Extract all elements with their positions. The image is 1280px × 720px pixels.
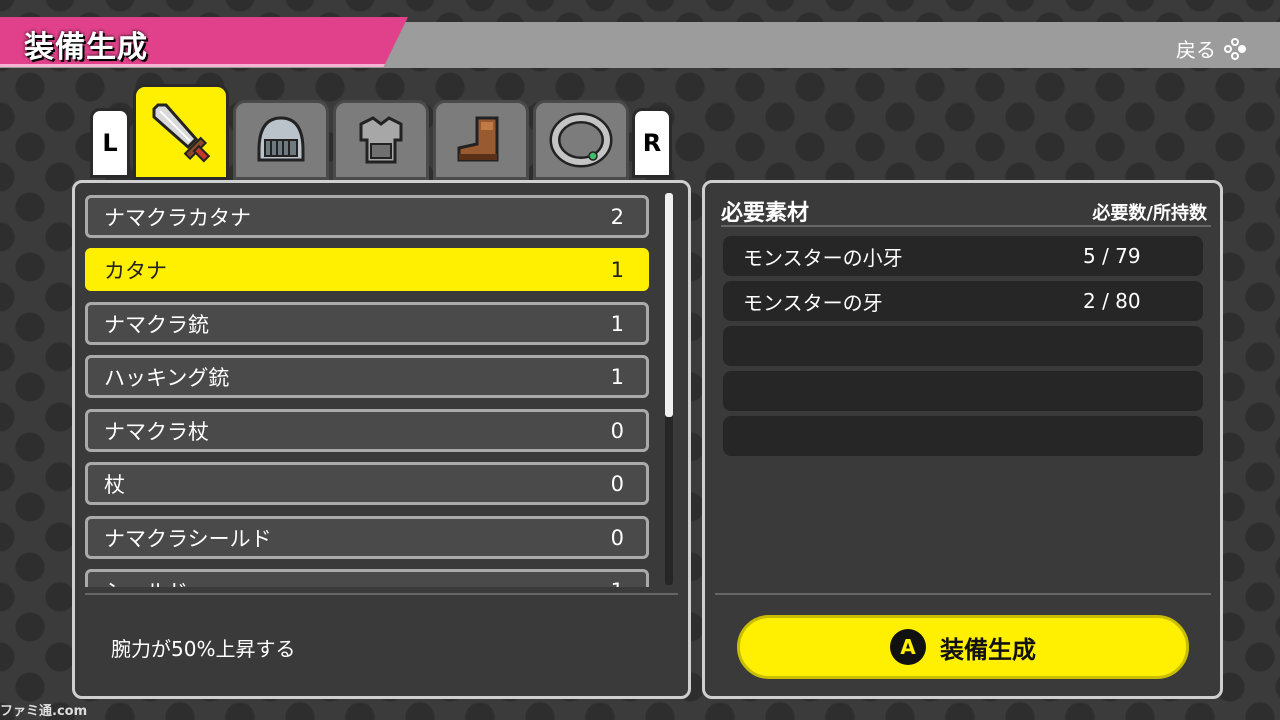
materials-panel: 必要素材 必要数/所持数 モンスターの小牙 5 / 79 モンスターの牙 2 /… bbox=[702, 180, 1223, 699]
item-count: 1 bbox=[611, 579, 624, 588]
back-label: 戻る bbox=[1176, 38, 1216, 62]
list-item[interactable]: ナマクラシールド 0 bbox=[85, 516, 649, 559]
item-description: 腕力が50%上昇する bbox=[111, 637, 296, 661]
list-item[interactable]: ハッキング銃 1 bbox=[85, 355, 649, 398]
tab-helmet[interactable] bbox=[233, 100, 329, 180]
material-count: 5 / 79 bbox=[1083, 244, 1141, 268]
tab-next-R[interactable]: R bbox=[632, 108, 672, 178]
material-row: モンスターの小牙 5 / 79 bbox=[723, 236, 1203, 276]
watermark: ファミ通.com bbox=[0, 704, 88, 719]
item-count: 0 bbox=[610, 525, 624, 550]
item-name: ナマクラシールド bbox=[104, 526, 272, 551]
material-row: モンスターの牙 2 / 80 bbox=[723, 281, 1203, 321]
page-title: 装備生成 bbox=[24, 30, 148, 65]
list-item[interactable]: ナマクラカタナ 2 bbox=[85, 195, 649, 238]
craft-label: 装備生成 bbox=[940, 635, 1036, 664]
tab-weapon[interactable] bbox=[133, 84, 229, 180]
material-row-empty bbox=[723, 416, 1203, 456]
back-button[interactable]: 戻る bbox=[1176, 34, 1246, 63]
helmet-icon bbox=[257, 116, 305, 162]
list-item[interactable]: シールド 1 bbox=[85, 569, 649, 587]
equipment-list: ナマクラカタナ 2 カタナ 1 ナマクラ銃 1 ハッキング銃 1 ナマクラ杖 0… bbox=[85, 193, 655, 587]
item-name: ナマクラカタナ bbox=[104, 205, 251, 230]
tab-prev-L[interactable]: L bbox=[90, 108, 130, 178]
materials-count-header: 必要数/所持数 bbox=[1092, 203, 1207, 224]
list-item[interactable]: 杖 0 bbox=[85, 462, 649, 505]
item-name: ナマクラ銃 bbox=[104, 312, 209, 337]
tab-boots[interactable] bbox=[433, 100, 529, 180]
materials-header: 必要素材 必要数/所持数 bbox=[721, 195, 1211, 227]
boots-icon bbox=[457, 116, 499, 162]
item-count: 1 bbox=[610, 364, 624, 389]
item-name: 杖 bbox=[104, 472, 125, 497]
material-name: モンスターの小牙 bbox=[743, 245, 903, 270]
material-count: 2 / 80 bbox=[1083, 289, 1141, 313]
material-row-empty bbox=[723, 371, 1203, 411]
scrollbar-thumb[interactable] bbox=[665, 193, 673, 417]
list-item-selected[interactable]: カタナ 1 bbox=[85, 248, 649, 291]
ring-icon bbox=[549, 112, 613, 168]
divider bbox=[715, 593, 1211, 595]
item-name: シールド bbox=[104, 576, 188, 588]
item-count: 0 bbox=[610, 418, 624, 443]
item-count: 2 bbox=[610, 204, 624, 229]
equipment-list-panel: ナマクラカタナ 2 カタナ 1 ナマクラ銃 1 ハッキング銃 1 ナマクラ杖 0… bbox=[72, 180, 691, 699]
tab-accessory[interactable] bbox=[533, 100, 629, 180]
armor-icon bbox=[359, 116, 403, 164]
item-name: ハッキング銃 bbox=[104, 365, 230, 390]
craft-equipment-button[interactable]: A 装備生成 bbox=[737, 615, 1189, 679]
list-item[interactable]: ナマクラ杖 0 bbox=[85, 409, 649, 452]
item-count: 1 bbox=[610, 311, 624, 336]
list-scrollbar[interactable] bbox=[665, 193, 673, 585]
item-count: 0 bbox=[610, 471, 624, 496]
material-row-empty bbox=[723, 326, 1203, 366]
item-count: 1 bbox=[610, 257, 624, 282]
materials-title: 必要素材 bbox=[721, 201, 810, 226]
item-name: カタナ bbox=[104, 258, 167, 283]
a-button-icon: A bbox=[890, 629, 926, 665]
divider bbox=[85, 593, 678, 595]
tab-armor[interactable] bbox=[333, 100, 429, 180]
controller-buttons-icon bbox=[1224, 37, 1246, 60]
sword-icon bbox=[152, 103, 211, 163]
list-item[interactable]: ナマクラ銃 1 bbox=[85, 302, 649, 345]
item-name: ナマクラ杖 bbox=[104, 419, 209, 444]
material-name: モンスターの牙 bbox=[743, 290, 883, 315]
